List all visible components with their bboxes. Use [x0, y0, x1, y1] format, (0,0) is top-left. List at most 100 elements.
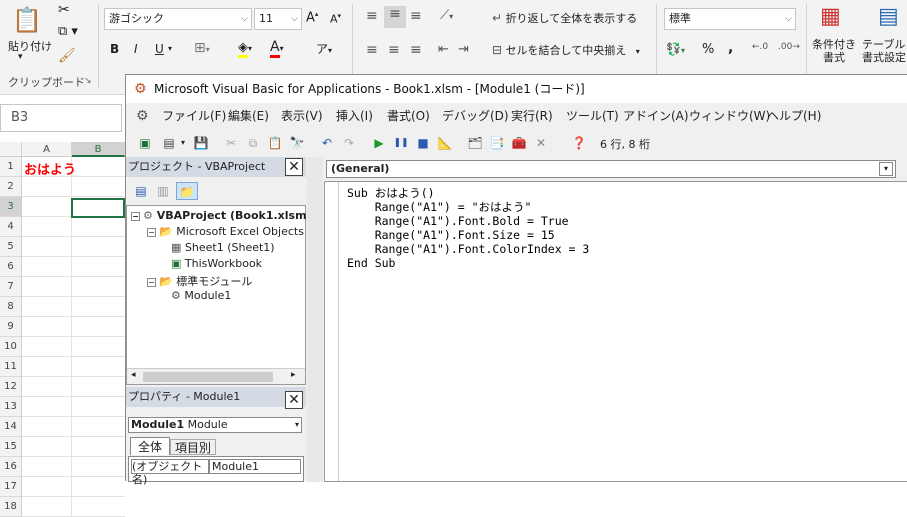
decrease-indent-icon[interactable]: ⇤	[438, 42, 449, 57]
design-mode-icon[interactable]: 📐	[436, 134, 454, 152]
italic-button[interactable]: I	[134, 42, 138, 56]
module-icon[interactable]: ⚙	[136, 104, 149, 129]
align-left-icon[interactable]: ≡	[366, 42, 378, 58]
row-header[interactable]: 1	[0, 157, 22, 177]
chevron-down-icon[interactable]: ▾	[174, 134, 192, 152]
row-header[interactable]: 12	[0, 377, 22, 397]
align-bottom-icon[interactable]: ≡	[410, 8, 422, 24]
collapse-icon[interactable]: −	[131, 211, 140, 221]
sheet-row[interactable]	[22, 417, 125, 437]
increase-font-icon[interactable]: A▴	[306, 10, 318, 25]
chevron-down-icon[interactable]: ▾	[168, 44, 172, 53]
collapse-icon[interactable]: −	[147, 227, 156, 237]
table-format-icon[interactable]: ▤	[878, 4, 899, 29]
tree-thisworkbook[interactable]: ▣ ThisWorkbook	[171, 257, 262, 270]
wrap-text-button[interactable]: ↵ 折り返して全体を表示する	[492, 10, 637, 26]
copy-icon[interactable]: ⧉	[244, 134, 262, 152]
comma-button[interactable]: ,	[728, 40, 733, 56]
font-color-icon[interactable]: A▾	[270, 39, 284, 58]
run-icon[interactable]: ▶	[370, 134, 388, 152]
format-painter-icon[interactable]: 🖌	[58, 48, 76, 64]
percent-button[interactable]: %	[702, 42, 714, 57]
find-icon[interactable]: 🔭	[288, 134, 306, 152]
align-middle-icon[interactable]: ≡	[384, 6, 406, 28]
row-header[interactable]: 11	[0, 357, 22, 377]
scroll-left-icon[interactable]: ◂	[131, 370, 136, 380]
sheet-row[interactable]	[22, 357, 125, 377]
row-header[interactable]: 10	[0, 337, 22, 357]
phonetic-icon[interactable]: ア▾	[316, 40, 332, 57]
number-format-combo[interactable]: 標準 ⌵	[664, 8, 796, 30]
cut-icon[interactable]: ✂	[222, 134, 240, 152]
scrollbar-thumb[interactable]	[143, 372, 273, 382]
tree-sheet1[interactable]: ▦ Sheet1 (Sheet1)	[171, 241, 275, 254]
font-name-combo[interactable]: 游ゴシック ⌵	[104, 8, 252, 30]
row-header[interactable]: 17	[0, 477, 22, 497]
properties-icon[interactable]: 📑	[488, 134, 506, 152]
fill-color-icon[interactable]: ◈▾	[238, 40, 252, 58]
menu-debug[interactable]: デバッグ(D)	[442, 104, 509, 129]
sheet-row[interactable]	[22, 477, 125, 497]
sheet-row[interactable]	[22, 257, 125, 277]
table-format-button[interactable]: テーブルと 書式設定	[862, 38, 907, 64]
row-header[interactable]: 14	[0, 417, 22, 437]
pane-splitter[interactable]	[307, 157, 323, 482]
object-browser-icon[interactable]: 🧰	[510, 134, 528, 152]
redo-icon[interactable]: ↷	[340, 134, 358, 152]
menu-file[interactable]: ファイル(F)	[162, 104, 226, 129]
row-header[interactable]: 3	[0, 197, 22, 217]
column-header-b[interactable]: B	[72, 142, 125, 157]
selected-cell-b3[interactable]	[71, 198, 125, 218]
row-header[interactable]: 6	[0, 257, 22, 277]
sheet-row[interactable]	[22, 317, 125, 337]
view-code-icon[interactable]: ▤	[132, 182, 150, 200]
menu-help[interactable]: ヘルプ(H)	[767, 104, 821, 129]
excel-view-icon[interactable]: ▣	[136, 134, 154, 152]
align-top-icon[interactable]: ≡	[366, 8, 378, 24]
merge-center-button[interactable]: ⊟ セルを結合して中央揃え ▾	[492, 42, 640, 58]
row-header[interactable]: 13	[0, 397, 22, 417]
close-icon[interactable]: ✕	[285, 158, 303, 176]
menu-tools[interactable]: ツール(T)	[566, 104, 619, 129]
row-header[interactable]: 16	[0, 457, 22, 477]
dialog-launcher-icon[interactable]: ↘	[84, 76, 92, 86]
toolbox-icon[interactable]: ✕	[532, 134, 550, 152]
prop-name-value[interactable]: Module1	[209, 459, 301, 474]
undo-icon[interactable]: ↶	[318, 134, 336, 152]
row-header[interactable]: 9	[0, 317, 22, 337]
underline-button[interactable]: U	[155, 42, 164, 56]
decrease-decimal-icon[interactable]: .00→	[778, 42, 800, 52]
tab-category[interactable]: 項目別	[170, 439, 216, 455]
toggle-folders-icon[interactable]: 📁	[176, 182, 198, 200]
row-header[interactable]: 7	[0, 277, 22, 297]
cut-icon[interactable]: ✂	[58, 2, 70, 18]
tree-module1[interactable]: ⚙ Module1	[171, 289, 231, 302]
bold-button[interactable]: B	[110, 42, 119, 56]
select-all-corner[interactable]	[0, 142, 22, 157]
row-header[interactable]: 15	[0, 437, 22, 457]
tree-excel-objects[interactable]: − 📂 Microsoft Excel Objects	[147, 225, 304, 238]
break-icon[interactable]: ❚❚	[392, 134, 410, 152]
properties-object-combo[interactable]: Module1 Module ▾	[128, 417, 302, 433]
row-header[interactable]: 4	[0, 217, 22, 237]
row-header[interactable]: 2	[0, 177, 22, 197]
conditional-format-button[interactable]: 条件付き 書式	[812, 38, 856, 64]
paste-button-label[interactable]: 貼り付け	[8, 38, 52, 54]
code-text[interactable]: Sub おはよう() Range("A1") = "おはよう" Range("A…	[347, 186, 589, 270]
menu-edit[interactable]: 編集(E)	[228, 104, 269, 129]
row-header[interactable]: 5	[0, 237, 22, 257]
sheet-row[interactable]	[22, 457, 125, 477]
row-header[interactable]: 18	[0, 497, 22, 517]
code-object-combo[interactable]: (General) ▾	[326, 160, 896, 178]
menu-run[interactable]: 実行(R)	[511, 104, 553, 129]
border-icon[interactable]: ⊞▾	[194, 40, 210, 56]
tree-root[interactable]: − ⚙ VBAProject (Book1.xlsm)	[131, 209, 312, 222]
align-right-icon[interactable]: ≡	[410, 42, 422, 58]
save-icon[interactable]: 💾	[192, 134, 210, 152]
font-size-combo[interactable]: 11 ⌵	[254, 8, 302, 30]
menu-view[interactable]: 表示(V)	[281, 104, 323, 129]
conditional-format-icon[interactable]: ▦	[820, 4, 841, 29]
close-icon[interactable]: ✕	[285, 391, 303, 409]
sheet-row[interactable]	[22, 297, 125, 317]
sheet-row[interactable]	[22, 337, 125, 357]
